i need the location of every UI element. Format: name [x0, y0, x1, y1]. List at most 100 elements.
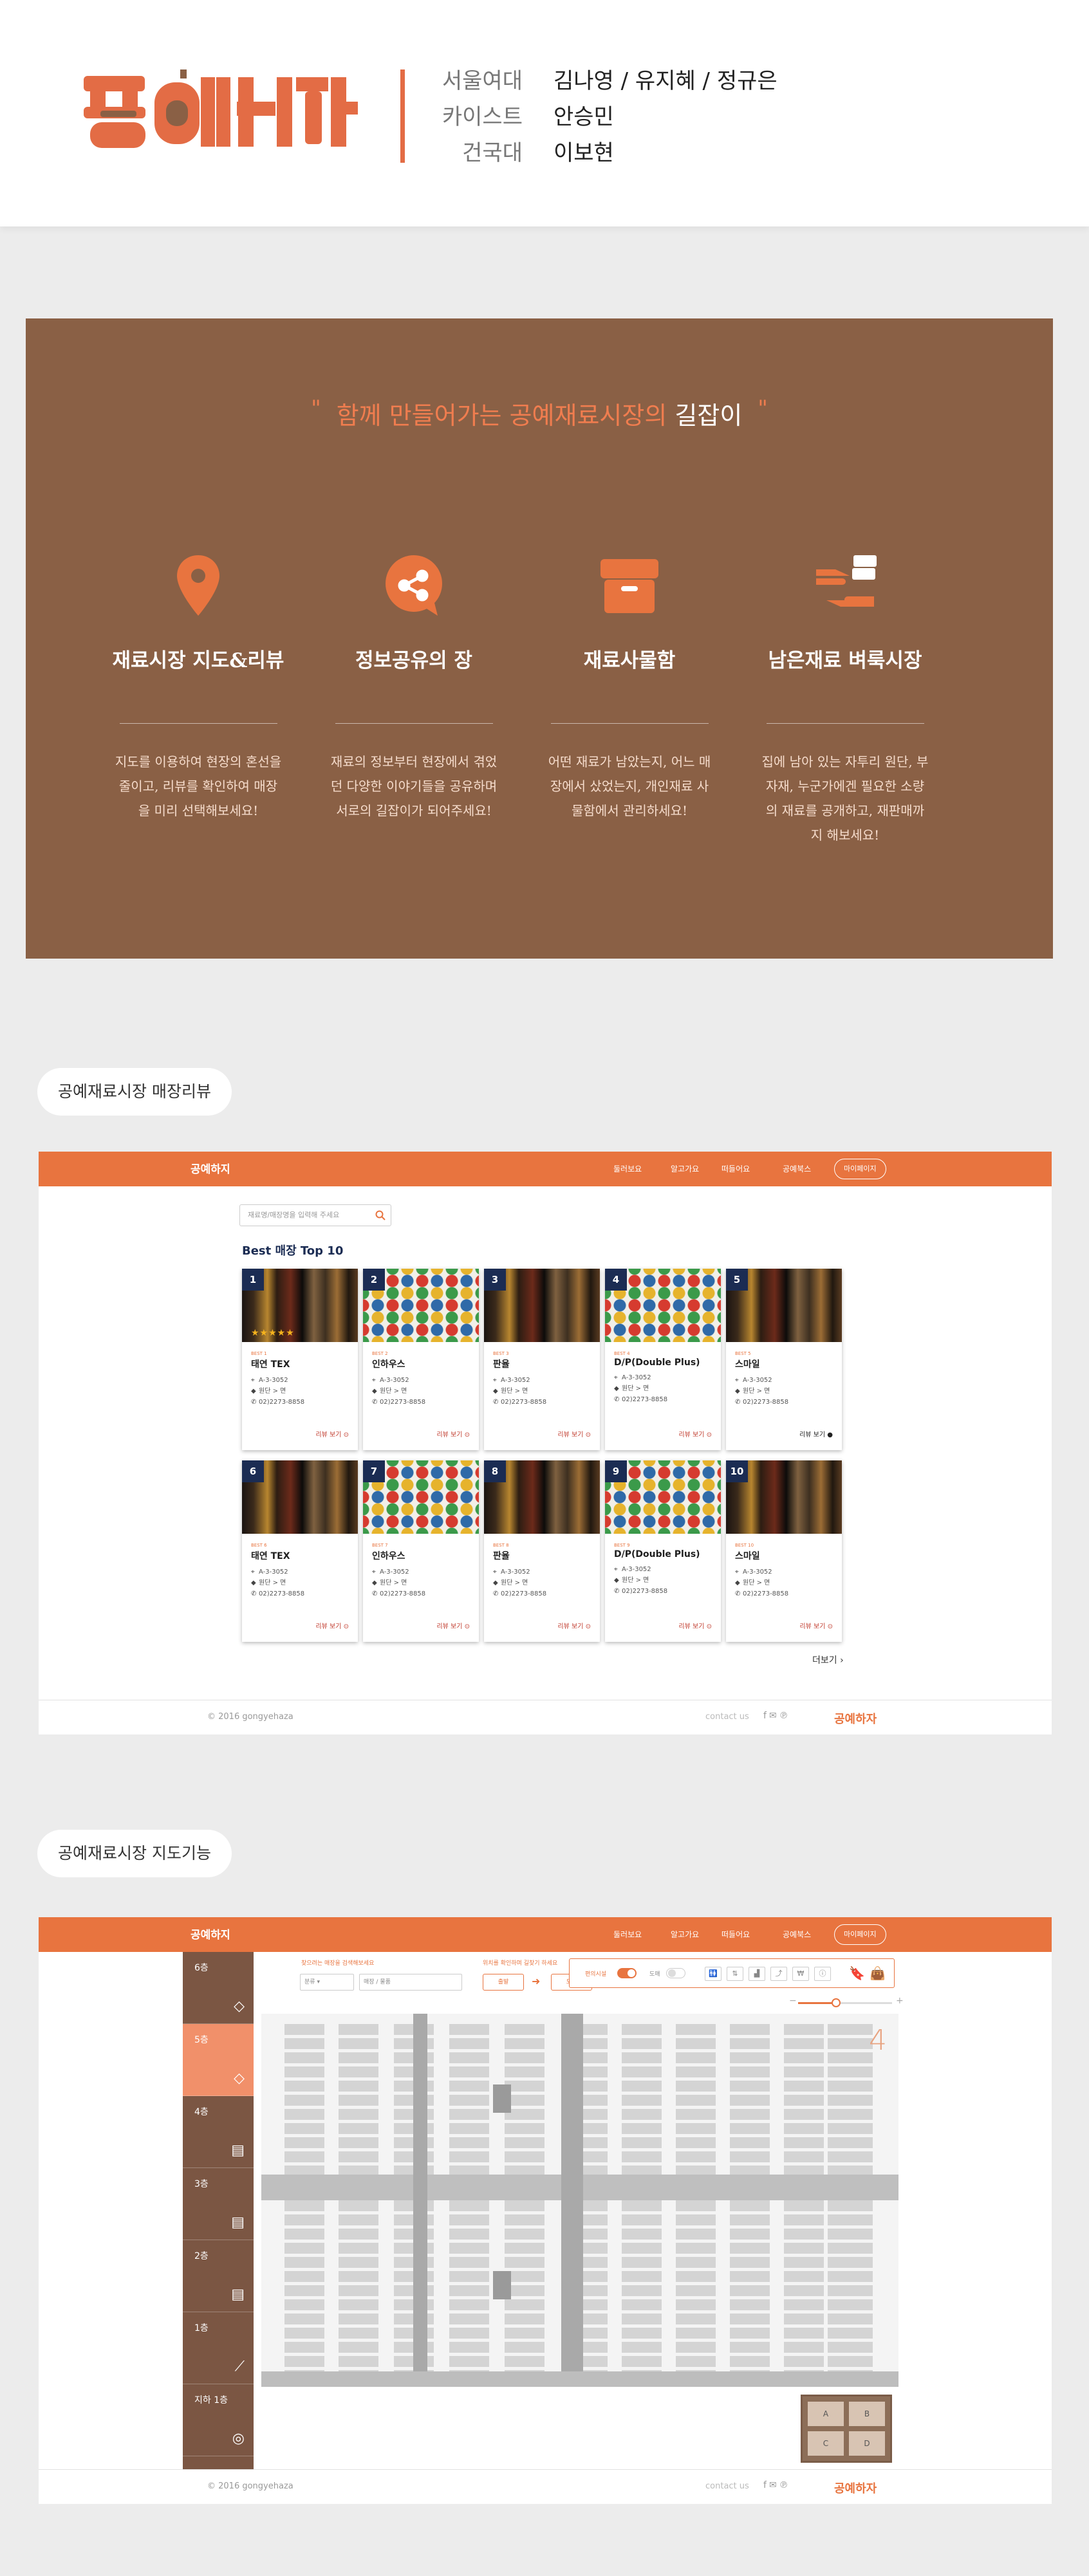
review-button[interactable]: 리뷰 보기 ⊙	[315, 1429, 349, 1439]
store-name[interactable]: D/P(Double Plus)	[614, 1549, 721, 1559]
store-card[interactable]: 1 ★★★★★ BEST 1 태연 TEX ⌖ A-3-3052 ◆ 원단 > 면 ✆ 02)22…	[242, 1269, 358, 1450]
nav-item[interactable]: 알고가요	[671, 1917, 699, 1952]
nav-item[interactable]: 떠들어요	[721, 1917, 750, 1952]
store-image[interactable]: 4	[605, 1269, 721, 1342]
review-button[interactable]: 리뷰 보기 ⊙	[436, 1429, 470, 1439]
minimap-section[interactable]: B	[849, 2402, 885, 2426]
floor-tab[interactable]: 2층 ▤	[183, 2240, 254, 2312]
more-link[interactable]: 더보기 ›	[812, 1653, 844, 1666]
store-name[interactable]: 스마일	[735, 1357, 842, 1370]
wholesale-toggle[interactable]	[666, 1968, 685, 1978]
minimap-section[interactable]: C	[808, 2431, 844, 2456]
pinterest-icon[interactable]: ℗	[779, 1711, 791, 1721]
floor-tab[interactable]: 지하 1층 ◎	[183, 2384, 254, 2456]
mypage-button[interactable]: 마이페이지	[834, 1159, 886, 1179]
review-button[interactable]: 리뷰 보기 ⊙	[436, 1621, 470, 1630]
store-image[interactable]: 9	[605, 1460, 721, 1534]
store-card[interactable]: 7 BEST 7 인하우스 ⌖ A-3-3052 ◆ 원단 > 면 ✆ 02)2273-8858…	[363, 1460, 479, 1642]
shop-unit	[730, 2095, 770, 2106]
store-image[interactable]: 7	[363, 1460, 479, 1534]
restroom-icon[interactable]: 🚻	[705, 1967, 721, 1981]
store-image[interactable]: 3	[484, 1269, 600, 1342]
escalator-icon[interactable]: ⤴	[770, 1967, 787, 1981]
minimap[interactable]: A B C D	[801, 2395, 892, 2463]
shop-unit	[449, 2038, 489, 2049]
store-card[interactable]: 2 BEST 2 인하우스 ⌖ A-3-3052 ◆ 원단 > 면 ✆ 02)2273-8858…	[363, 1269, 479, 1450]
nav-item[interactable]: 공예북스	[783, 1917, 811, 1952]
nav-item[interactable]: 공예북스	[783, 1152, 811, 1186]
zoom-slider-knob[interactable]	[832, 1998, 841, 2007]
store-name[interactable]: 인하우스	[372, 1549, 479, 1562]
facebook-icon[interactable]: f	[763, 2480, 769, 2490]
mail-icon[interactable]: ✉	[769, 1711, 779, 1721]
store-name[interactable]: 스마일	[735, 1549, 842, 1562]
store-card[interactable]: 6 BEST 6 태연 TEX ⌖ A-3-3052 ◆ 원단 > 면 ✆ 02)2273-88…	[242, 1460, 358, 1642]
store-name[interactable]: 태연 TEX	[251, 1357, 358, 1370]
minimap-section[interactable]: D	[849, 2431, 885, 2456]
store-card[interactable]: 10 BEST 10 스마일 ⌖ A-3-3052 ◆ 원단 > 면 ✆ 02)2273-885…	[726, 1460, 842, 1642]
atm-icon[interactable]: ₩	[792, 1967, 809, 1981]
store-card[interactable]: 8 BEST 8 판율 ⌖ A-3-3052 ◆ 원단 > 면 ✆ 02)2273-8858 리뷰…	[484, 1460, 600, 1642]
info-icon[interactable]: ⓘ	[814, 1967, 831, 1981]
store-image[interactable]: 8	[484, 1460, 600, 1534]
pinterest-icon[interactable]: ℗	[779, 2480, 791, 2490]
zoom-in-button[interactable]: +	[896, 1996, 904, 2006]
store-image[interactable]: 6	[242, 1460, 358, 1534]
nav-item[interactable]: 떠들어요	[721, 1152, 750, 1186]
store-name[interactable]: 판율	[493, 1549, 600, 1562]
store-image[interactable]: 2	[363, 1269, 479, 1342]
contact-link[interactable]: contact us	[705, 2481, 749, 2491]
review-button[interactable]: 리뷰 보기 ⊙	[799, 1621, 833, 1630]
bottom-corridor	[261, 2371, 898, 2387]
contact-link[interactable]: contact us	[705, 1712, 749, 1722]
floor-tab[interactable]: 6층 ◇	[183, 1952, 254, 2024]
shop-unit	[284, 2151, 324, 2162]
nav-item[interactable]: 알고가요	[671, 1152, 699, 1186]
review-button[interactable]: 리뷰 보기 ⊙	[557, 1621, 591, 1630]
store-image[interactable]: 1 ★★★★★	[242, 1269, 358, 1342]
floor-tab[interactable]: 1층 ⟋	[183, 2312, 254, 2384]
store-name[interactable]: 태연 TEX	[251, 1549, 358, 1562]
bookmark-icon[interactable]: 🔖	[849, 1965, 865, 1981]
review-button[interactable]: 리뷰 보기 ⊙	[678, 1429, 712, 1439]
store-image[interactable]: 10	[726, 1460, 842, 1534]
store-image[interactable]: 5	[726, 1269, 842, 1342]
shop-unit	[828, 2081, 873, 2092]
search-icon[interactable]	[375, 1210, 386, 1220]
review-button[interactable]: 리뷰 보기 ⊙	[678, 1621, 712, 1630]
nav-logo[interactable]: 공예하자	[191, 1925, 231, 1946]
mypage-button[interactable]: 마이페이지	[834, 1924, 886, 1945]
elevator-icon[interactable]: ⇅	[727, 1967, 743, 1981]
floor-map[interactable]	[261, 2014, 898, 2387]
route-from-button[interactable]: 출발	[483, 1974, 524, 1991]
bag-icon[interactable]: 👜	[870, 1965, 886, 1981]
facebook-icon[interactable]: f	[763, 1711, 769, 1721]
store-card[interactable]: 4 BEST 4 D/P(Double Plus) ⌖ A-3-3052 ◆ 원단 > 면 ✆…	[605, 1269, 721, 1450]
nav-item[interactable]: 둘러보요	[613, 1152, 642, 1186]
map-search-placeholder: 매장 / 물품	[364, 1979, 391, 1985]
search-input[interactable]: 재료명/매장명을 입력해 주세요	[239, 1204, 391, 1226]
floor-tab[interactable]: 4층 ▤	[183, 2096, 254, 2168]
store-name[interactable]: 인하우스	[372, 1357, 479, 1370]
floor-tab[interactable]: 3층 ▤	[183, 2168, 254, 2240]
store-name[interactable]: D/P(Double Plus)	[614, 1357, 721, 1368]
nav-item[interactable]: 둘러보요	[613, 1917, 642, 1952]
review-button[interactable]: 리뷰 보기 ⊙	[557, 1429, 591, 1439]
stairs-icon[interactable]: ▟	[749, 1967, 765, 1981]
nav-logo[interactable]: 공예하자	[191, 1159, 231, 1180]
store-card[interactable]: 5 BEST 5 스마일 ⌖ A-3-3052 ◆ 원단 > 면 ✆ 02)2273-8858 리…	[726, 1269, 842, 1450]
store-card[interactable]: 9 BEST 9 D/P(Double Plus) ⌖ A-3-3052 ◆ 원단 > 면 ✆…	[605, 1460, 721, 1642]
minimap-section[interactable]: A	[808, 2402, 844, 2426]
store-name[interactable]: 판율	[493, 1357, 600, 1370]
floor-tab[interactable]: 5층 ◇	[183, 2024, 254, 2096]
mail-icon[interactable]: ✉	[769, 2480, 779, 2490]
facility-toggle[interactable]	[617, 1968, 637, 1978]
map-search-input[interactable]: 매장 / 물품	[359, 1974, 462, 1991]
zoom-out-button[interactable]: −	[789, 1996, 797, 2006]
category-select[interactable]: 분류 ▾	[300, 1974, 354, 1991]
shop-unit	[828, 2137, 873, 2148]
review-button[interactable]: 리뷰 보기 ⊙	[315, 1621, 349, 1630]
review-button[interactable]: 리뷰 보기 ●	[799, 1429, 833, 1439]
zoom-slider[interactable]	[798, 1998, 892, 2007]
store-card[interactable]: 3 BEST 3 판율 ⌖ A-3-3052 ◆ 원단 > 면 ✆ 02)2273-8858 리뷰…	[484, 1269, 600, 1450]
